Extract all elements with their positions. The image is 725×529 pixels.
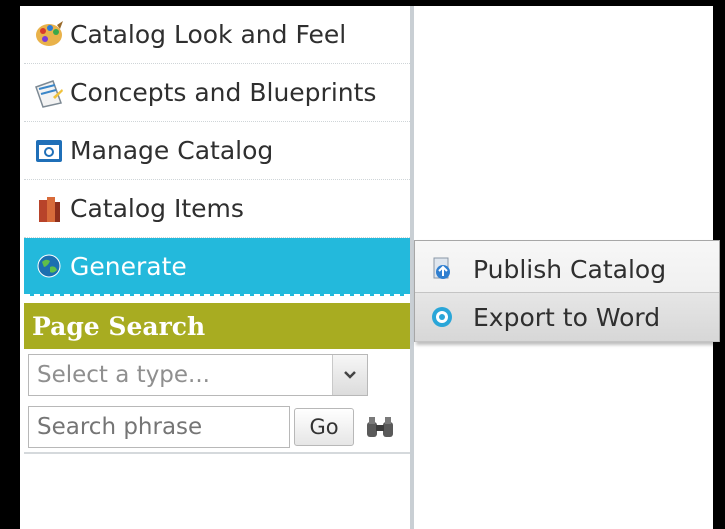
- menu-item-label: Export to Word: [473, 302, 661, 332]
- page-search-title: Page Search: [32, 311, 206, 341]
- application-window: Catalog Look and Feel Concepts and Bluep…: [0, 0, 725, 529]
- page-search-header: Page Search: [24, 303, 410, 349]
- sidebar-item-label: Generate: [70, 251, 187, 281]
- sidebar-item-label: Concepts and Blueprints: [70, 78, 377, 107]
- sidebar-item-label: Manage Catalog: [70, 136, 274, 165]
- sidebar-item-catalog-items[interactable]: Catalog Items: [24, 180, 410, 238]
- sidebar-item-label: Catalog Items: [70, 194, 244, 223]
- divider: [24, 452, 410, 454]
- search-phrase-input[interactable]: [28, 406, 290, 448]
- sidebar: Catalog Look and Feel Concepts and Bluep…: [24, 6, 410, 529]
- globe-icon: [32, 249, 66, 283]
- sidebar-item-concepts-and-blueprints[interactable]: Concepts and Blueprints: [24, 64, 410, 122]
- window-left-border: [0, 0, 20, 529]
- go-button[interactable]: Go: [294, 408, 354, 446]
- menu-item-label: Publish Catalog: [473, 254, 667, 284]
- search-type-value: Select a type...: [37, 362, 210, 388]
- binoculars-icon[interactable]: [364, 414, 396, 440]
- sidebar-item-manage-catalog[interactable]: Manage Catalog: [24, 122, 410, 180]
- search-type-select[interactable]: Select a type...: [28, 354, 368, 396]
- publish-icon: [429, 256, 455, 282]
- chevron-down-icon[interactable]: [332, 355, 367, 395]
- palette-icon: [32, 18, 66, 52]
- generate-flyout-menu: Publish Catalog Export to Word: [414, 240, 720, 342]
- menu-item-publish-catalog[interactable]: Publish Catalog: [415, 244, 719, 294]
- menu-item-export-to-word[interactable]: Export to Word: [415, 292, 719, 342]
- sidebar-item-catalog-look-and-feel[interactable]: Catalog Look and Feel: [24, 6, 410, 64]
- blueprint-icon: [32, 76, 66, 110]
- sidebar-item-generate[interactable]: Generate: [24, 238, 410, 296]
- sidebar-item-label: Catalog Look and Feel: [70, 20, 347, 49]
- export-word-icon: [429, 304, 455, 330]
- manage-catalog-icon: [32, 134, 66, 168]
- books-icon: [32, 192, 66, 226]
